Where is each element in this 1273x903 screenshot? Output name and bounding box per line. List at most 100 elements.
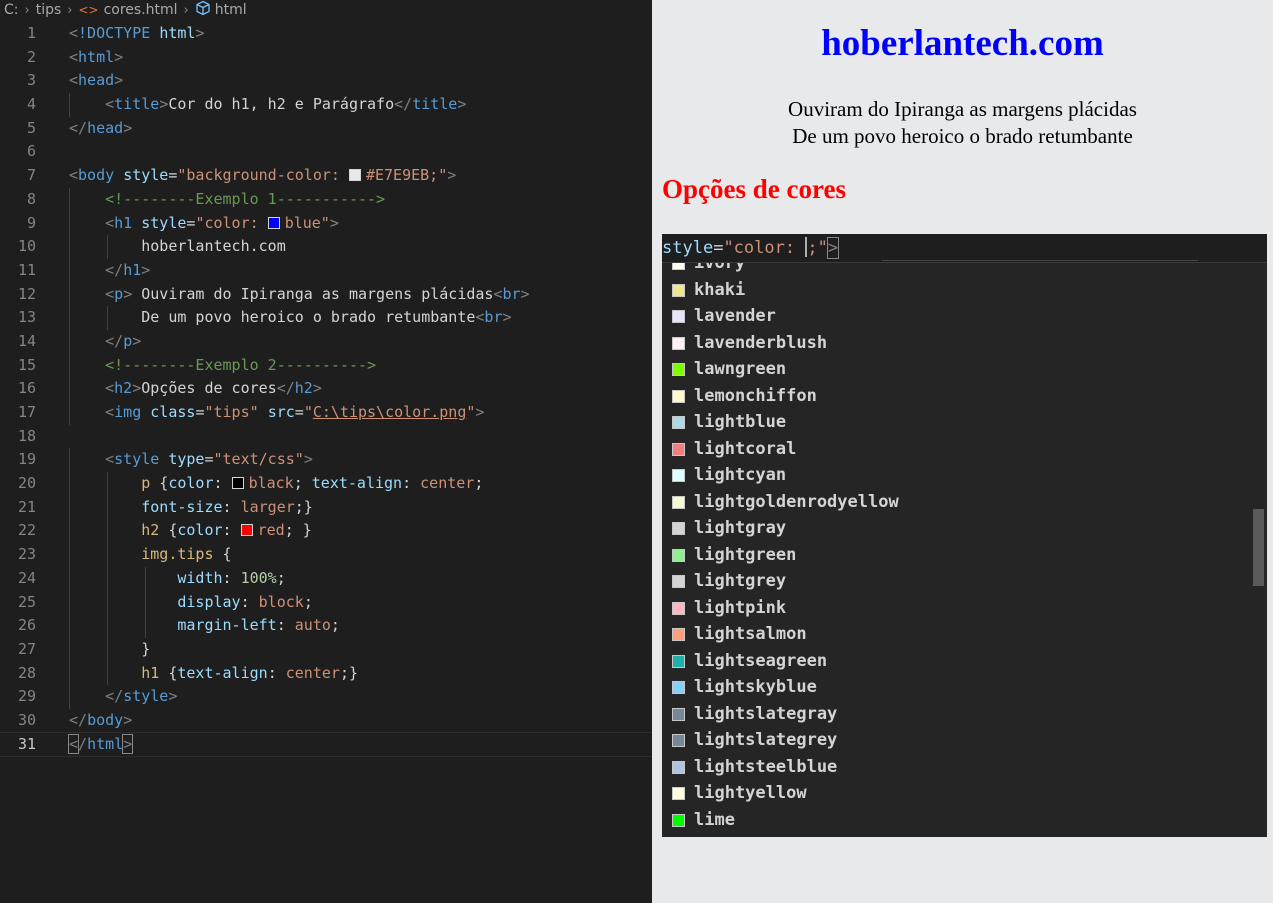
- line-number: 27: [17, 639, 36, 658]
- paragraph: Ouviram do Ipiranga as margens plácidas D…: [652, 96, 1273, 150]
- breadcrumb-drive[interactable]: C:: [4, 2, 19, 18]
- line-content: <p> Ouviram do Ipiranga as margens pláci…: [69, 283, 529, 307]
- code-line[interactable]: 10 hoberlantech.com: [0, 235, 652, 259]
- line-number: 14: [17, 331, 36, 350]
- color-suggestion-item: lightsteelblue: [662, 754, 1252, 781]
- code-token: {: [213, 545, 232, 564]
- code-line[interactable]: 21 font-size: larger;}: [0, 495, 652, 520]
- breadcrumb-folder[interactable]: tips: [36, 2, 62, 18]
- scrollbar-thumb: [1253, 509, 1264, 586]
- color-swatch: [672, 628, 685, 641]
- code-token: <!--------Exemplo 2---------->: [105, 355, 377, 374]
- code-token: /: [78, 734, 88, 753]
- code-token: :: [213, 474, 232, 493]
- chevron-right-icon: ›: [24, 2, 30, 18]
- code-line[interactable]: 23 img.tips {: [0, 543, 652, 567]
- code-token: =: [294, 403, 304, 421]
- code-token: <: [69, 166, 79, 185]
- code-token: p: [123, 331, 133, 350]
- code-line[interactable]: 3 <head>: [0, 69, 652, 93]
- color-suggestion-item: lavender: [662, 303, 1252, 330]
- code-line[interactable]: 2 <html>: [0, 46, 652, 70]
- code-line[interactable]: 12 <p> Ouviram do Ipiranga as margens pl…: [0, 282, 652, 307]
- color-name: lightsteelblue: [694, 756, 838, 777]
- snippet-attr: style: [662, 238, 714, 258]
- line-number: 18: [17, 426, 36, 445]
- line-number: 30: [17, 710, 36, 729]
- code-token: head: [87, 118, 124, 137]
- code-line[interactable]: 26 margin-left: auto;: [0, 614, 652, 638]
- code-line[interactable]: 31 </html>: [0, 731, 652, 758]
- snippet-close: >: [826, 237, 840, 259]
- code-line[interactable]: 7 <body style="background-color: #E7E9EB;…: [0, 164, 652, 188]
- color-swatch[interactable]: [267, 216, 280, 229]
- code-line[interactable]: 24 width: 100%;: [0, 566, 652, 591]
- line-content: img.tips {: [69, 543, 232, 567]
- code-token: title: [114, 95, 160, 114]
- breadcrumb-element[interactable]: html: [215, 2, 247, 18]
- code-line[interactable]: 30 </body>: [0, 709, 652, 733]
- breadcrumb-file[interactable]: cores.html: [104, 2, 178, 18]
- code-token: >: [123, 284, 133, 303]
- line-content: <img class="tips" src="C:\tips\color.png…: [69, 401, 484, 425]
- color-name: lightslategrey: [694, 730, 838, 750]
- code-line[interactable]: 9 <h1 style="color: blue">: [0, 211, 652, 236]
- code-token: <: [69, 47, 79, 66]
- code-token: >: [312, 379, 322, 398]
- color-swatch: [672, 734, 685, 747]
- line-number: 10: [17, 237, 36, 256]
- line-number: 22: [17, 521, 36, 540]
- color-swatch: [672, 654, 685, 668]
- code-editor[interactable]: C: › tips › <> cores.html › html 1 <!DOCT…: [0, 0, 652, 903]
- code-token: auto: [294, 616, 331, 635]
- color-swatch[interactable]: [240, 524, 253, 537]
- code-line[interactable]: 22 h2 {color: red; }: [0, 519, 652, 544]
- code-line[interactable]: 19 <style type="text/css">: [0, 448, 652, 473]
- color-swatch: [672, 575, 685, 588]
- code-token: ;: [330, 616, 340, 635]
- code-line[interactable]: 11 </h1>: [0, 258, 652, 283]
- color-name: lightgoldenrodyellow: [694, 491, 899, 512]
- color-swatch: [672, 495, 685, 509]
- code-line[interactable]: 6: [0, 140, 652, 164]
- code-line[interactable]: 18: [0, 425, 652, 449]
- code-lines[interactable]: 1 <!DOCTYPE html> 2 <html> 3 <head> 4 <title>C…: [0, 22, 652, 758]
- code-token: style: [141, 213, 187, 232]
- line-content: hoberlantech.com: [69, 235, 286, 259]
- code-token: 100%: [240, 568, 277, 587]
- code-line[interactable]: 16 <h2>Opções de cores</h2>: [0, 377, 652, 401]
- code-line[interactable]: 14 </p>: [0, 329, 652, 354]
- code-token: <: [105, 450, 115, 469]
- code-line[interactable]: 15 <!--------Exemplo 2---------->: [0, 353, 652, 378]
- code-token: color: [168, 474, 214, 493]
- code-token: h2: [114, 379, 133, 398]
- code-token: br: [502, 284, 521, 303]
- color-swatch[interactable]: [348, 169, 361, 182]
- code-line[interactable]: 17 <img class="tips" src="C:\tips\color.…: [0, 401, 652, 425]
- code-line[interactable]: 8 <!--------Exemplo 1----------->: [0, 187, 652, 212]
- color-suggestion-item: lightgoldenrodyellow: [662, 489, 1252, 516]
- color-name: lemonchiffon: [694, 385, 817, 406]
- code-line[interactable]: 20 p {color: black; text-align: center;: [0, 472, 652, 496]
- line-content: </h1>: [69, 259, 150, 283]
- code-token: ;}: [294, 497, 313, 516]
- code-line[interactable]: 1 <!DOCTYPE html>: [0, 22, 652, 46]
- code-token: <: [105, 213, 115, 232]
- code-line[interactable]: 25 display: block;: [0, 590, 652, 615]
- code-token: </: [69, 710, 88, 729]
- color-swatch[interactable]: [231, 477, 244, 490]
- line-content: <title>Cor do h1, h2 e Parágrafo</title>: [69, 93, 466, 117]
- code-line[interactable]: 28 h1 {text-align: center;}: [0, 661, 652, 686]
- code-token: font-size: [141, 497, 223, 516]
- code-line[interactable]: 5 </head>: [0, 117, 652, 141]
- code-line[interactable]: 27 }: [0, 637, 652, 662]
- code-token: Opções de cores: [141, 379, 277, 398]
- code-line[interactable]: 4 <title>Cor do h1, h2 e Parágrafo</titl…: [0, 93, 652, 117]
- code-line[interactable]: 29 </style>: [0, 685, 652, 709]
- code-line[interactable]: 13 De um povo heroico o brado retumbante…: [0, 306, 652, 330]
